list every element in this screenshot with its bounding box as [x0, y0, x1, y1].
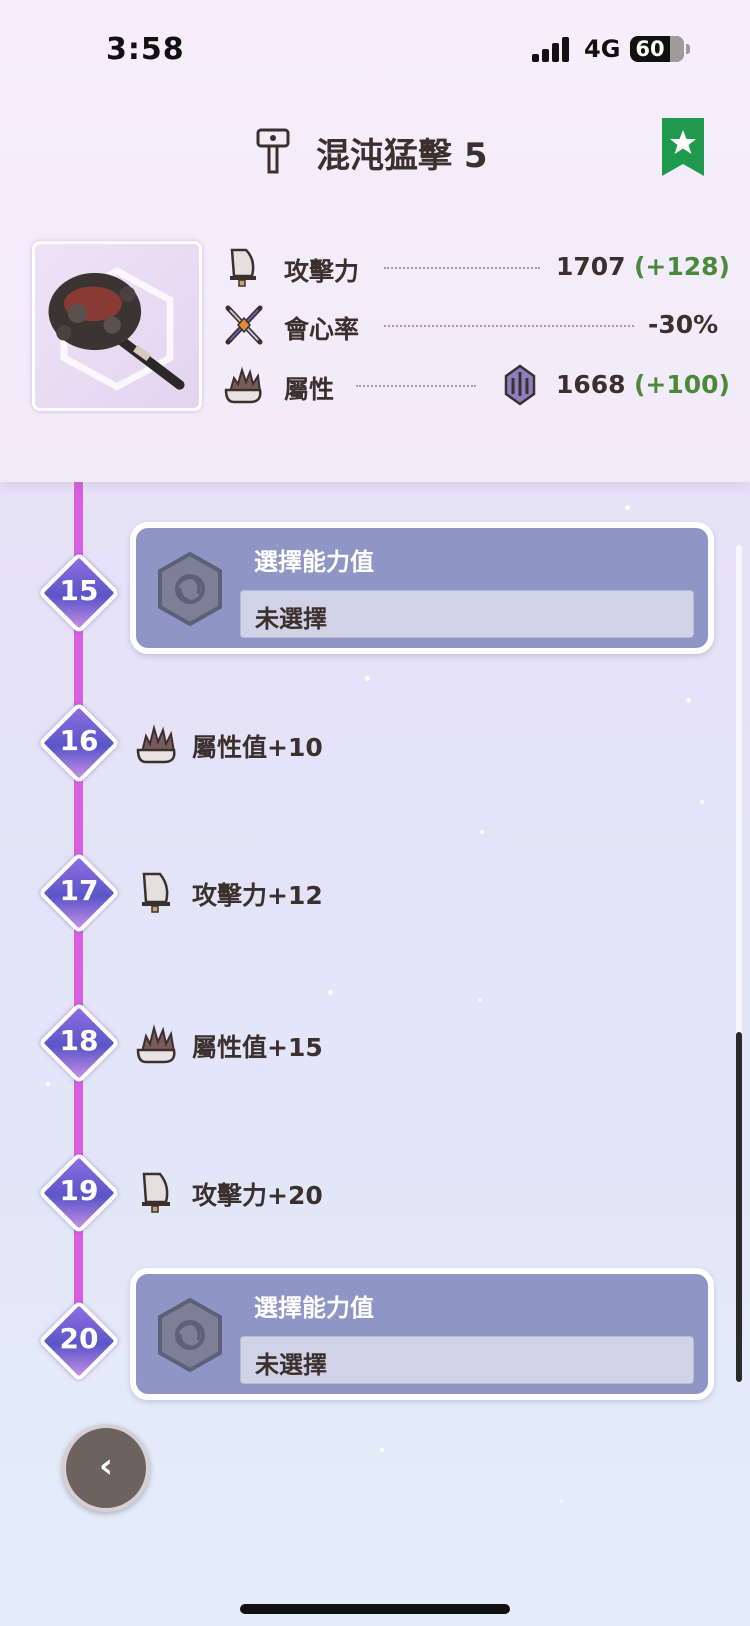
stat-element-row: 屬性 1668 (+100)	[224, 362, 730, 408]
element-flame-icon	[136, 724, 176, 764]
stat-affinity-value: -30%	[648, 310, 719, 339]
stat-attack-value: 1707	[556, 252, 626, 281]
level-badge-19: 19	[37, 1151, 121, 1235]
element-flame-icon	[136, 1024, 176, 1064]
stat-attack-row: 攻擊力 1707 (+128)	[224, 244, 730, 290]
battery-level: 60	[635, 37, 665, 61]
ability-choice-card-15[interactable]: 選擇能力值 未選擇	[130, 522, 714, 654]
crossed-swords-icon	[225, 305, 263, 345]
level-bonus-text: 屬性值+15	[192, 1033, 323, 1062]
ability-choice-card-20[interactable]: 選擇能力值 未選擇	[130, 1268, 714, 1400]
home-indicator[interactable]	[240, 1604, 510, 1614]
stat-label: 會心率	[284, 315, 360, 344]
level-badge-18: 18	[37, 1001, 121, 1085]
level-number: 20	[59, 1322, 99, 1355]
stat-label: 屬性	[284, 375, 335, 404]
ability-hexagon-icon	[158, 1298, 222, 1372]
ability-choice-title: 選擇能力值	[254, 548, 374, 576]
status-bar: 3:58 4G 60	[0, 0, 750, 100]
stat-element-value: 1668	[556, 370, 626, 399]
back-button[interactable]: ‹	[62, 1424, 150, 1512]
ability-choice-title: 選擇能力值	[254, 1294, 374, 1322]
stat-label: 攻擊力	[284, 257, 360, 286]
weapon-image	[32, 241, 202, 411]
chevron-left-icon: ‹	[98, 1446, 113, 1486]
status-time: 3:58	[106, 32, 185, 67]
level-number: 18	[59, 1024, 99, 1057]
level-bonus-text: 攻擊力+12	[192, 881, 323, 910]
network-type: 4G	[584, 35, 621, 63]
level-number: 17	[59, 874, 99, 907]
cellular-signal-icon	[532, 36, 572, 62]
stat-affinity-row: 會心率 -30%	[224, 302, 718, 348]
weapon-header-panel: 3:58 4G 60 混沌猛擊 5 攻擊力 1707 (+128) 會心率 -3…	[0, 0, 750, 482]
level-badge-15: 15	[37, 551, 121, 635]
level-bonus-text: 攻擊力+20	[192, 1181, 323, 1210]
attack-blade-icon	[142, 1172, 170, 1213]
hammer-icon	[256, 128, 290, 174]
scrollbar-thumb[interactable]	[736, 1032, 742, 1382]
level-number: 15	[59, 574, 99, 607]
level-number: 16	[59, 724, 99, 757]
star-bookmark-icon[interactable]	[662, 118, 704, 176]
title-row: 混沌猛擊 5	[0, 118, 750, 184]
weapon-title: 混沌猛擊 5	[316, 136, 488, 176]
level-badge-16: 16	[37, 701, 121, 785]
level-number: 19	[59, 1174, 99, 1207]
ability-hexagon-icon	[158, 552, 222, 626]
level-bonus-text: 屬性值+10	[192, 733, 323, 762]
element-flame-icon	[224, 366, 262, 404]
ability-choice-value[interactable]: 未選擇	[240, 1336, 694, 1384]
attack-blade-icon	[230, 248, 256, 287]
ability-choice-value[interactable]: 未選擇	[240, 590, 694, 638]
stat-attack-bonus: (+128)	[634, 252, 730, 281]
level-badge-17: 17	[37, 851, 121, 935]
level-badge-20: 20	[37, 1299, 121, 1383]
dragon-element-icon	[504, 364, 536, 406]
attack-blade-icon	[142, 872, 170, 913]
battery-icon: 60	[630, 36, 684, 62]
stat-element-bonus: (+100)	[634, 370, 730, 399]
